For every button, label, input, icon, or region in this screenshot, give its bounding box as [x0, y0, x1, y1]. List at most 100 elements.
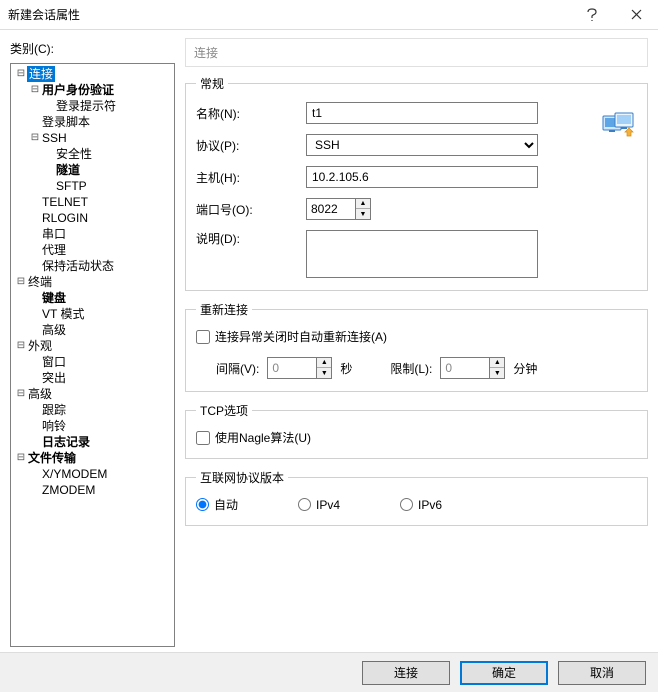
ipversion-group: 互联网协议版本 自动 IPv4 IPv6: [185, 469, 648, 526]
tree-item-trace[interactable]: 跟踪: [11, 402, 174, 418]
tree-label: 终端: [27, 274, 53, 290]
collapse-icon[interactable]: ⊟: [29, 130, 41, 146]
limit-unit: 分钟: [513, 360, 537, 377]
category-tree[interactable]: ⊟ 连接⊟ 用户身份验证 登录提示符 登录脚本⊟ SSH 安全性 隧道 SFTP…: [10, 63, 175, 647]
tree-label: 文件传输: [27, 450, 77, 466]
collapse-icon[interactable]: ⊟: [15, 274, 27, 290]
tree-label: VT 模式: [41, 306, 85, 322]
host-input[interactable]: [306, 166, 538, 188]
tree-label: ZMODEM: [41, 482, 96, 498]
tree-item-bell[interactable]: 响铃: [11, 418, 174, 434]
window-title: 新建会话属性: [8, 6, 570, 23]
interval-input[interactable]: [267, 357, 317, 379]
tree-label: RLOGIN: [41, 210, 89, 226]
tree-item-highlight[interactable]: 突出: [11, 370, 174, 386]
interval-up[interactable]: ▲: [317, 358, 331, 368]
tree-item-tunneling[interactable]: 隧道: [11, 162, 174, 178]
category-label: 类别(C):: [10, 40, 175, 57]
tree-label: 隧道: [55, 162, 81, 178]
tree-item-filetransfer[interactable]: ⊟ 文件传输: [11, 450, 174, 466]
tree-item-zmodem[interactable]: ZMODEM: [11, 482, 174, 498]
tree-label: 外观: [27, 338, 53, 354]
port-spinner[interactable]: ▲ ▼: [306, 198, 371, 220]
tree-label: 安全性: [55, 146, 93, 162]
panel-header: 连接: [185, 38, 648, 67]
tree-label: SFTP: [55, 178, 88, 194]
collapse-icon[interactable]: ⊟: [29, 82, 41, 98]
ok-button[interactable]: 确定: [460, 661, 548, 685]
tree-item-sftp[interactable]: SFTP: [11, 178, 174, 194]
limit-down[interactable]: ▼: [490, 368, 504, 378]
ipv4-radio[interactable]: IPv4: [298, 498, 340, 512]
tree-label: 响铃: [41, 418, 67, 434]
limit-label: 限制(L):: [390, 360, 432, 377]
interval-down[interactable]: ▼: [317, 368, 331, 378]
reconnect-checkbox[interactable]: [196, 330, 210, 344]
name-label: 名称(N):: [196, 105, 306, 122]
tree-label: 窗口: [41, 354, 67, 370]
reconnect-group: 重新连接 连接异常关闭时自动重新连接(A) 间隔(V): ▲ ▼ 秒 限制(L)…: [185, 301, 648, 392]
tree-item-login-prompt[interactable]: 登录提示符: [11, 98, 174, 114]
ipv6-radio[interactable]: IPv6: [400, 498, 442, 512]
tree-item-window[interactable]: 窗口: [11, 354, 174, 370]
tree-label: 代理: [41, 242, 67, 258]
tree-item-logging[interactable]: 日志记录: [11, 434, 174, 450]
tree-label: X/YMODEM: [41, 466, 108, 482]
tree-item-security[interactable]: 安全性: [11, 146, 174, 162]
tree-item-terminal[interactable]: ⊟ 终端: [11, 274, 174, 290]
ipversion-legend: 互联网协议版本: [196, 469, 288, 486]
close-button[interactable]: [614, 0, 658, 30]
interval-spinner[interactable]: ▲ ▼: [267, 357, 332, 379]
tree-label: 日志记录: [41, 434, 91, 450]
tree-item-auth[interactable]: ⊟ 用户身份验证: [11, 82, 174, 98]
interval-unit: 秒: [340, 360, 352, 377]
tree-item-connection[interactable]: ⊟ 连接: [11, 66, 174, 82]
protocol-label: 协议(P):: [196, 137, 306, 154]
collapse-icon[interactable]: ⊟: [15, 450, 27, 466]
tree-label: 跟踪: [41, 402, 67, 418]
tree-label: 高级: [27, 386, 53, 402]
tree-item-serial[interactable]: 串口: [11, 226, 174, 242]
interval-label: 间隔(V):: [216, 360, 259, 377]
footer: 连接 确定 取消: [0, 652, 658, 692]
tcp-group: TCP选项 使用Nagle算法(U): [185, 402, 648, 459]
tree-item-login-scripts[interactable]: 登录脚本: [11, 114, 174, 130]
tree-item-appearance[interactable]: ⊟ 外观: [11, 338, 174, 354]
tree-item-keyboard[interactable]: 键盘: [11, 290, 174, 306]
tree-item-xymodem[interactable]: X/YMODEM: [11, 466, 174, 482]
desc-label: 说明(D):: [196, 230, 306, 247]
tree-item-proxy[interactable]: 代理: [11, 242, 174, 258]
nagle-checkbox[interactable]: [196, 431, 210, 445]
tree-label: 连接: [27, 66, 55, 82]
protocol-select[interactable]: SSH: [306, 134, 538, 156]
tree-item-vt[interactable]: VT 模式: [11, 306, 174, 322]
help-button[interactable]: [570, 0, 614, 30]
limit-up[interactable]: ▲: [490, 358, 504, 368]
tree-item-advanced[interactable]: ⊟ 高级: [11, 386, 174, 402]
tree-item-ssh[interactable]: ⊟ SSH: [11, 130, 174, 146]
collapse-icon[interactable]: ⊟: [15, 66, 27, 82]
port-down[interactable]: ▼: [356, 209, 370, 219]
host-label: 主机(H):: [196, 169, 306, 186]
port-up[interactable]: ▲: [356, 199, 370, 209]
collapse-icon[interactable]: ⊟: [15, 386, 27, 402]
tree-label: SSH: [41, 130, 68, 146]
title-bar: 新建会话属性: [0, 0, 658, 30]
connect-button[interactable]: 连接: [362, 661, 450, 685]
tree-label: 键盘: [41, 290, 67, 306]
tree-label: 串口: [41, 226, 67, 242]
desc-textarea[interactable]: [306, 230, 538, 278]
limit-spinner[interactable]: ▲ ▼: [440, 357, 505, 379]
collapse-icon[interactable]: ⊟: [15, 338, 27, 354]
port-input[interactable]: [306, 198, 356, 220]
tree-item-keepalive[interactable]: 保持活动状态: [11, 258, 174, 274]
reconnect-legend: 重新连接: [196, 301, 252, 318]
cancel-button[interactable]: 取消: [558, 661, 646, 685]
tree-item-telnet[interactable]: TELNET: [11, 194, 174, 210]
session-icon: [601, 110, 637, 143]
limit-input[interactable]: [440, 357, 490, 379]
ip-auto-radio[interactable]: 自动: [196, 496, 238, 513]
tree-item-advanced-term[interactable]: 高级: [11, 322, 174, 338]
tree-item-rlogin[interactable]: RLOGIN: [11, 210, 174, 226]
name-input[interactable]: [306, 102, 538, 124]
